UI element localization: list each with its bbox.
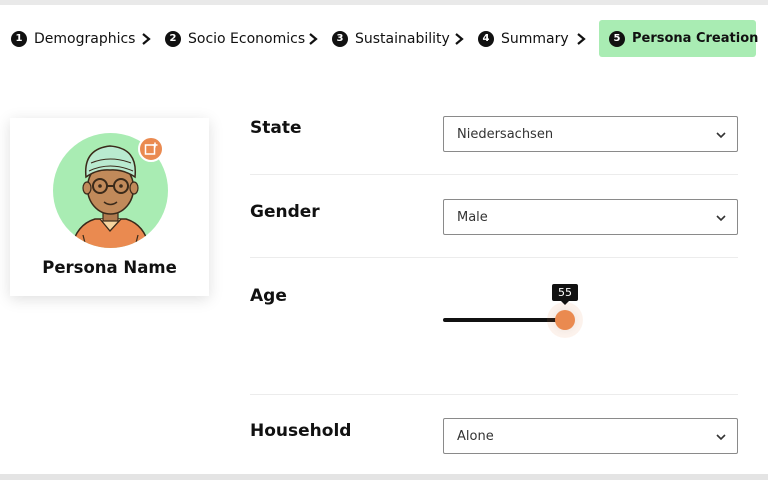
step-number: 5 bbox=[609, 30, 625, 47]
step-persona-creation[interactable]: 5 Persona Creation bbox=[599, 20, 759, 57]
step-label: Summary bbox=[501, 30, 569, 47]
chevron-down-icon bbox=[716, 132, 726, 139]
state-select[interactable]: Niedersachsen bbox=[443, 116, 738, 152]
bottom-strip bbox=[0, 474, 768, 480]
age-slider-track[interactable] bbox=[443, 318, 565, 322]
gender-select[interactable]: Male bbox=[443, 199, 738, 235]
step-sustainability[interactable]: 3 Sustainability bbox=[332, 20, 450, 57]
gender-value: Male bbox=[457, 209, 488, 225]
chevron-right-icon bbox=[455, 33, 464, 45]
age-value-tooltip: 55 bbox=[552, 284, 578, 305]
step-socio-economics[interactable]: 2 Socio Economics bbox=[165, 20, 305, 57]
step-summary[interactable]: 4 Summary bbox=[478, 20, 569, 57]
step-label: Sustainability bbox=[355, 30, 450, 47]
household-select[interactable]: Alone bbox=[443, 418, 738, 454]
state-label: State bbox=[250, 118, 302, 138]
step-demographics[interactable]: 1 Demographics bbox=[11, 20, 135, 57]
chevron-down-icon bbox=[716, 434, 726, 441]
step-label: Persona Creation bbox=[632, 31, 759, 46]
gender-label: Gender bbox=[250, 202, 320, 222]
step-number: 3 bbox=[332, 30, 348, 47]
image-upload-icon[interactable] bbox=[138, 136, 164, 162]
step-number: 1 bbox=[11, 30, 27, 47]
age-label: Age bbox=[250, 286, 287, 306]
divider bbox=[250, 394, 738, 395]
household-value: Alone bbox=[457, 428, 494, 444]
top-strip bbox=[0, 0, 768, 5]
step-number: 2 bbox=[165, 30, 181, 47]
chevron-right-icon bbox=[309, 33, 318, 45]
divider bbox=[250, 257, 738, 258]
age-slider-thumb[interactable] bbox=[555, 310, 575, 330]
persona-card: Persona Name bbox=[10, 118, 209, 296]
household-label: Household bbox=[250, 421, 352, 441]
chevron-down-icon bbox=[716, 215, 726, 222]
step-number: 4 bbox=[478, 30, 494, 47]
stepper: 1 Demographics 2 Socio Economics 3 Susta… bbox=[0, 20, 768, 57]
step-label: Demographics bbox=[34, 30, 136, 47]
divider bbox=[250, 174, 738, 175]
chevron-right-icon bbox=[142, 33, 151, 45]
step-label: Socio Economics bbox=[188, 30, 306, 47]
chevron-right-icon bbox=[577, 33, 586, 45]
persona-name[interactable]: Persona Name bbox=[10, 258, 209, 277]
state-value: Niedersachsen bbox=[457, 126, 554, 142]
